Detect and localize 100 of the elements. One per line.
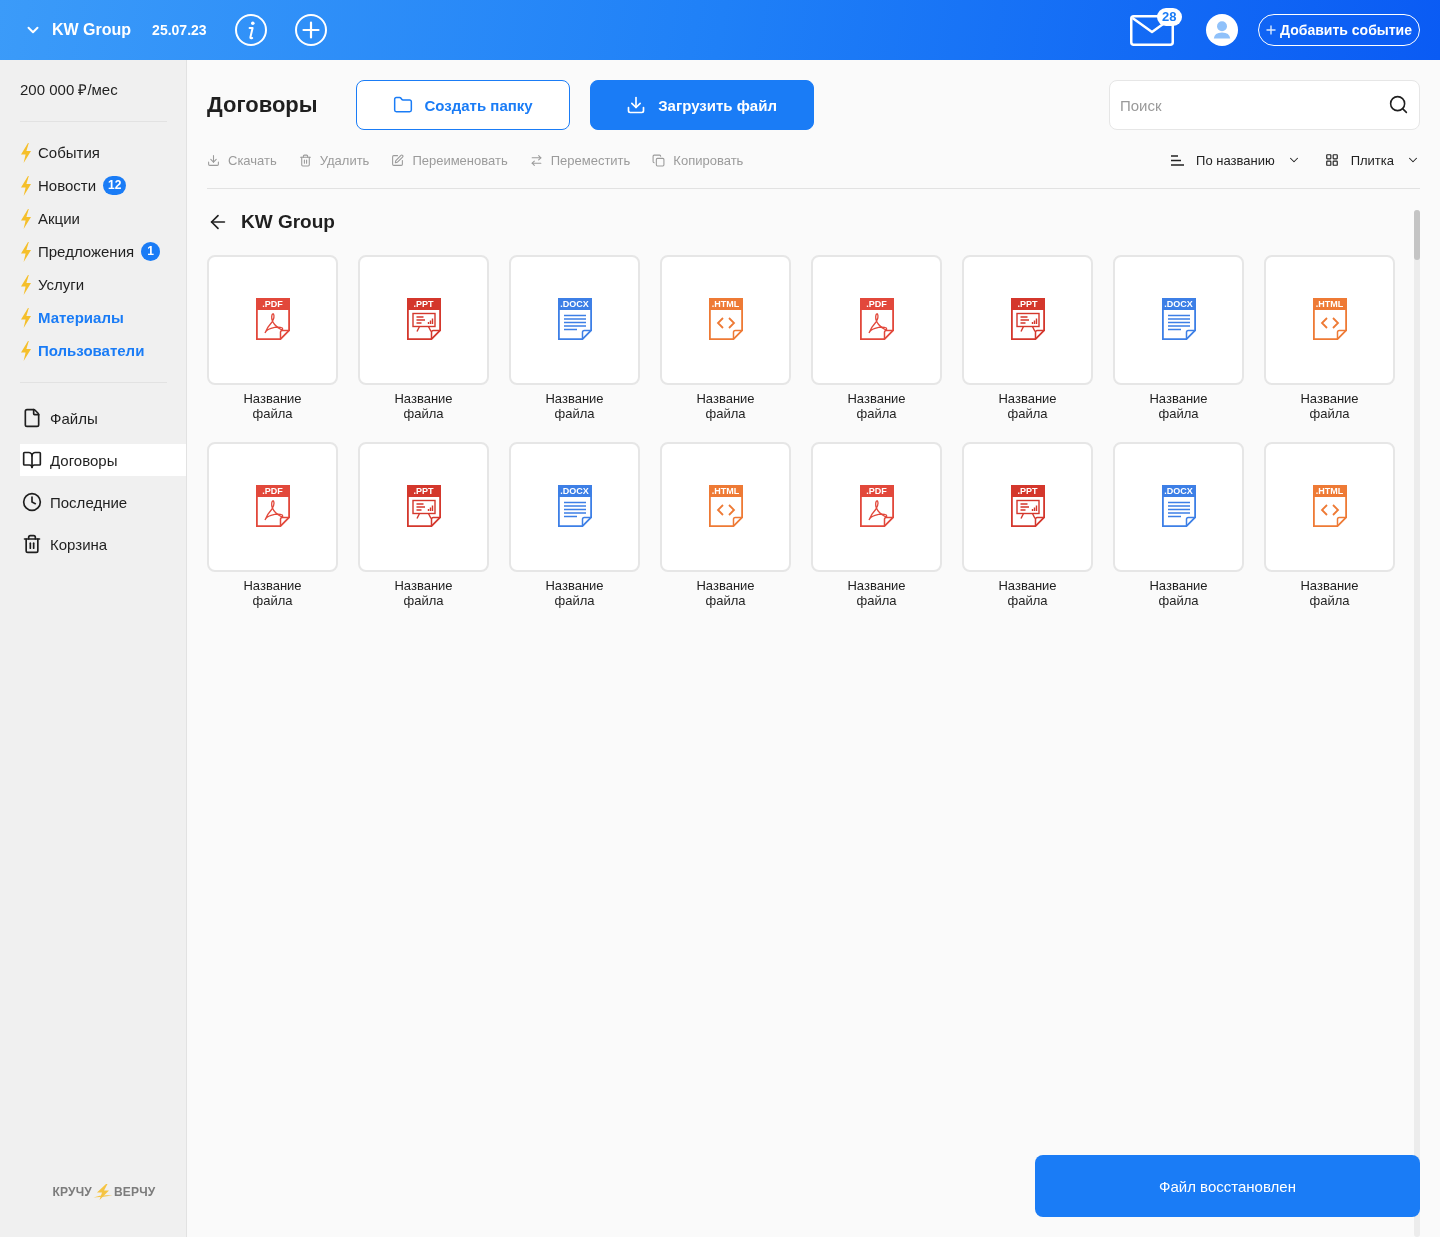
file-extension-label: .DOCX <box>559 299 590 309</box>
scrollbar-thumb[interactable] <box>1414 210 1420 260</box>
file-tile[interactable]: .DOCX <box>1113 442 1244 572</box>
logo-text: ВЕРЧУ <box>113 1185 156 1199</box>
grid-icon <box>1324 153 1339 167</box>
file-name: Название файла <box>242 391 303 421</box>
sidebar-nav-item[interactable]: Корзина <box>20 528 186 560</box>
lightning-icon <box>20 175 32 196</box>
code-file-icon <box>1312 485 1347 527</box>
presentation-file-icon <box>1010 485 1045 527</box>
lightning-icon <box>20 274 32 295</box>
info-icon[interactable] <box>234 14 267 46</box>
file-tile[interactable]: .PDF <box>207 442 338 572</box>
sidebar-link[interactable]: Предложения 1 <box>20 235 161 268</box>
search-field[interactable]: Поиск <box>1109 80 1420 130</box>
file-tile[interactable]: .DOCX <box>1113 255 1244 385</box>
pencil-square-icon <box>391 153 405 167</box>
file-extension-label: .HTML <box>1314 486 1345 496</box>
sidebar-nav-item[interactable]: Файлы <box>20 402 186 434</box>
notification-toast: Файл восстановлен <box>1035 1155 1420 1217</box>
document-file-icon <box>557 485 592 527</box>
code-file-icon <box>1312 298 1347 340</box>
file-tile[interactable]: .PPT <box>358 442 489 572</box>
sidebar-link[interactable]: Услуги <box>20 268 85 301</box>
company-name[interactable]: KW Group <box>52 21 132 39</box>
avatar-icon[interactable] <box>1206 14 1239 46</box>
file-tile[interactable]: .HTML <box>660 255 791 385</box>
file-tile[interactable]: .PPT <box>962 442 1093 572</box>
trash-icon <box>298 153 312 167</box>
file-name: Название файла <box>1148 391 1209 421</box>
file-name: Название файла <box>695 391 756 421</box>
sort-dropdown[interactable]: По названию <box>1171 152 1301 168</box>
copy-icon <box>652 153 666 167</box>
file-name: Название файла <box>997 391 1058 421</box>
sidebar-link[interactable]: Пользователи <box>20 334 145 367</box>
file-extension-label: .HTML <box>1314 299 1345 309</box>
file-tile[interactable]: .PPT <box>358 255 489 385</box>
file-name: Название файла <box>695 578 756 608</box>
file-name: Название файла <box>393 391 454 421</box>
file-name: Название файла <box>393 578 454 608</box>
pdf-file-icon <box>255 485 290 527</box>
file-extension-label: .PPT <box>412 486 435 496</box>
file-extension-label: .PPT <box>412 299 435 309</box>
file-tile[interactable]: .DOCX <box>509 442 640 572</box>
file-tile[interactable]: .HTML <box>1264 442 1395 572</box>
search-icon[interactable] <box>1388 94 1409 115</box>
budget-label: 200 000 ₽/мес <box>20 80 119 100</box>
scrollbar[interactable] <box>1414 210 1420 1237</box>
create-folder-button[interactable]: Создать папку <box>355 80 570 130</box>
code-file-icon <box>708 485 743 527</box>
lightning-icon <box>20 340 32 361</box>
unread-count-badge: 28 <box>1157 7 1182 26</box>
sidebar-link[interactable]: Акции <box>20 202 80 235</box>
view-dropdown[interactable]: Плитка <box>1324 152 1420 168</box>
date-label: 25.07.23 <box>152 22 207 38</box>
file-extension-label: .PDF <box>865 299 888 309</box>
sidebar-nav-item[interactable]: Последние <box>20 486 186 518</box>
file-name: Название файла <box>1148 578 1209 608</box>
file-name: Название файла <box>544 578 605 608</box>
sidebar-link[interactable]: Материалы <box>20 301 124 334</box>
file-extension-label: .PDF <box>261 486 284 496</box>
file-extension-label: .DOCX <box>1163 299 1194 309</box>
code-file-icon <box>708 298 743 340</box>
book-icon <box>22 450 42 470</box>
file-name: Название файла <box>1299 578 1360 608</box>
logo-text: КРУЧУ <box>52 1185 92 1199</box>
pdf-file-icon <box>859 485 894 527</box>
file-tile[interactable]: .PDF <box>811 255 942 385</box>
file-tile[interactable]: .PPT <box>962 255 1093 385</box>
file-extension-label: .HTML <box>710 486 741 496</box>
file-name: Название файла <box>544 391 605 421</box>
file-tile[interactable]: .HTML <box>1264 255 1395 385</box>
folder-icon <box>392 95 413 115</box>
upload-file-button[interactable]: Загрузить файл <box>589 80 814 130</box>
presentation-file-icon <box>406 485 441 527</box>
sort-icon <box>1171 154 1185 166</box>
lightning-icon <box>20 307 32 328</box>
clock-icon <box>22 492 42 512</box>
file-tile[interactable]: .PDF <box>811 442 942 572</box>
file-tile[interactable]: .DOCX <box>509 255 640 385</box>
trash-icon <box>22 534 42 554</box>
lightning-icon <box>20 241 32 262</box>
presentation-file-icon <box>406 298 441 340</box>
file-tile[interactable]: .PDF <box>207 255 338 385</box>
sidebar-link[interactable]: События <box>20 136 100 169</box>
sidebar-link[interactable]: Новости 12 <box>20 169 127 202</box>
sidebar-nav-item[interactable]: Договоры <box>20 444 186 476</box>
pdf-file-icon <box>255 298 290 340</box>
lightning-icon <box>20 208 32 229</box>
file-tile[interactable]: .HTML <box>660 442 791 572</box>
plus-circle-icon[interactable] <box>294 14 327 46</box>
file-extension-label: .PDF <box>865 486 888 496</box>
presentation-file-icon <box>1010 298 1045 340</box>
document-file-icon <box>1161 298 1196 340</box>
download-icon <box>626 95 647 115</box>
count-badge: 12 <box>103 176 127 195</box>
file-extension-label: .PPT <box>1016 299 1039 309</box>
document-file-icon <box>1161 485 1196 527</box>
lightning-icon <box>92 1184 113 1200</box>
page-title: Договоры <box>207 92 318 118</box>
